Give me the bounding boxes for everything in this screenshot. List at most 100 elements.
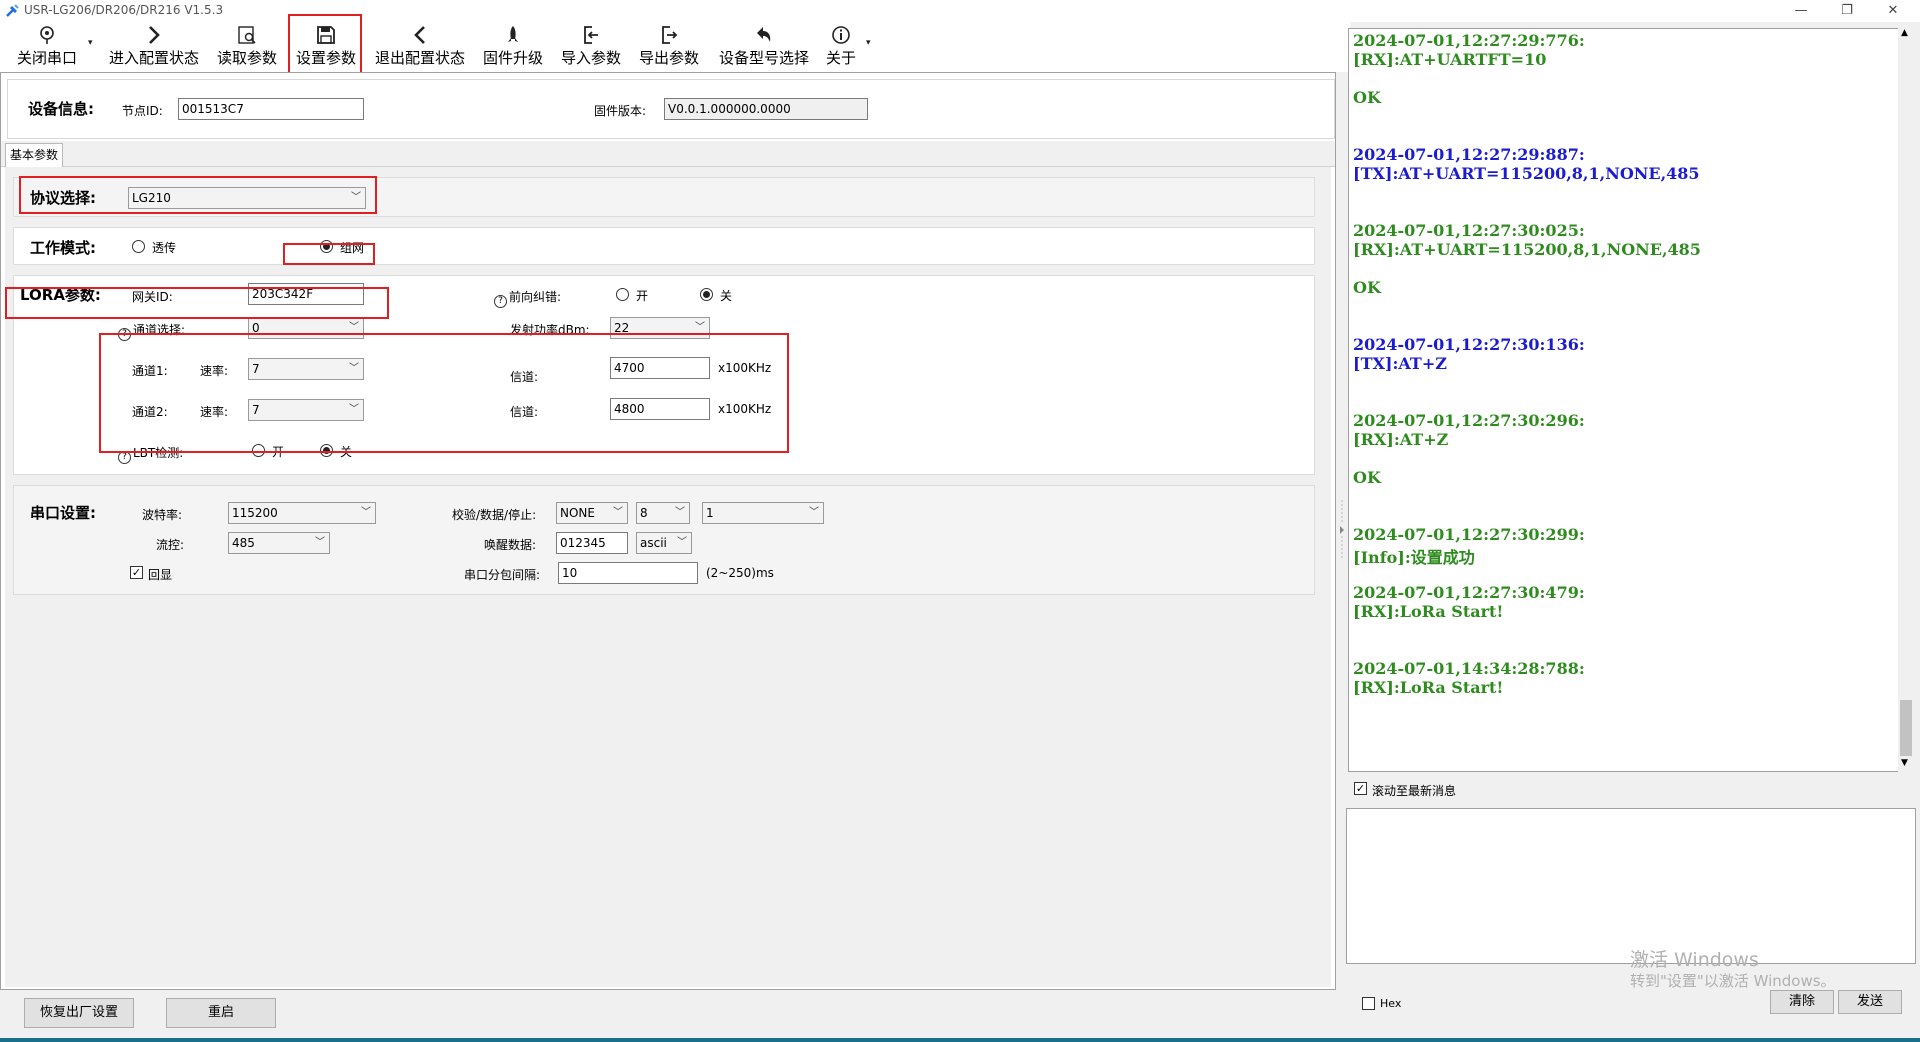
channel-select[interactable]: 0 ﹀ xyxy=(248,317,364,339)
restart-button[interactable]: 重启 xyxy=(166,998,276,1028)
transparent-label: 透传 xyxy=(152,241,177,255)
set-params-button[interactable]: 设置参数 xyxy=(290,22,362,72)
tab-basic-params[interactable]: 基本参数 xyxy=(5,143,64,167)
log-output[interactable]: 2024-07-01,12:27:29:776: [RX]:AT+UARTFT=… xyxy=(1348,28,1914,772)
import-params-label: 导入参数 xyxy=(560,49,621,67)
log-line: [RX]:AT+Z xyxy=(1353,430,1449,449)
serial-title: 串口设置: xyxy=(30,504,96,522)
echo-checkbox[interactable]: ✓ xyxy=(130,566,143,579)
lbt-off-label: 关 xyxy=(340,445,353,459)
channel-select-value: 0 xyxy=(252,321,260,335)
firmware-label: 固件版本: xyxy=(594,104,647,118)
scroll-down-icon[interactable]: ▼ xyxy=(1901,758,1908,768)
ch1-channel-field[interactable]: 4700 xyxy=(610,357,710,379)
export-params-button[interactable]: 导出参数 xyxy=(634,22,704,72)
baud-label: 波特率: xyxy=(142,508,183,522)
wake-format-value: ascii xyxy=(640,536,667,550)
device-model-button[interactable]: 设备型号选择 xyxy=(712,22,816,72)
parity-select[interactable]: NONE ﹀ xyxy=(556,502,628,524)
echo-label: 回显 xyxy=(148,568,173,582)
packet-interval-field[interactable]: 10 xyxy=(558,562,698,584)
autoscroll-checkbox[interactable]: ✓ xyxy=(1354,782,1367,795)
lbt-label: LBT检测: xyxy=(133,446,184,460)
log-scroll-thumb[interactable] xyxy=(1900,700,1912,756)
ch1-rate-select[interactable]: 7 ﹀ xyxy=(248,358,364,380)
lbt-label-wrap: ? LBT检测: xyxy=(118,444,183,464)
tx-power-select[interactable]: 22 ﹀ xyxy=(610,317,710,339)
send-input[interactable] xyxy=(1346,808,1916,964)
fec-label: 前向纠错: xyxy=(509,290,562,304)
lbt-on-label: 开 xyxy=(272,445,285,459)
radio-fec-off[interactable] xyxy=(700,288,713,301)
tab-body: 协议选择: LG210 ﹀ 工作模式: 透传 组网 LORA参数: 网关ID: 2… xyxy=(5,167,1331,987)
channel-select-wrap: ? 通道选择: xyxy=(118,321,185,341)
factory-reset-button[interactable]: 恢复出厂设置 xyxy=(24,998,134,1028)
exit-config-button[interactable]: 退出配置状态 xyxy=(370,22,470,72)
chevron-left-icon xyxy=(414,26,425,44)
ch2-label: 通道2: xyxy=(132,405,168,419)
log-line: OK xyxy=(1353,278,1381,297)
radio-network[interactable] xyxy=(320,240,333,253)
dropdown-arrow-icon[interactable]: ▾ xyxy=(88,38,93,48)
log-line: [RX]:AT+UART=115200,8,1,NONE,485 xyxy=(1353,240,1701,259)
gateway-id-field[interactable]: 203C342F xyxy=(248,283,364,305)
chevron-down-icon: ﹀ xyxy=(349,363,359,374)
firmware-upgrade-button[interactable]: 固件升级 xyxy=(478,22,548,72)
read-icon xyxy=(238,26,256,44)
device-model-label: 设备型号选择 xyxy=(718,49,809,67)
stop-bits-select[interactable]: 1 ﹀ xyxy=(702,502,824,524)
toolbar: 关闭串口 ▾ 进入配置状态 读取参数 设置参数 退出配置状态 固件升级 导入参数 xyxy=(0,14,1350,78)
about-button[interactable]: 关于 xyxy=(822,22,860,72)
flow-select[interactable]: 485 ﹀ xyxy=(228,532,330,554)
export-params-label: 导出参数 xyxy=(638,49,699,67)
fec-label-wrap: ? 前向纠错: xyxy=(494,288,561,308)
wake-format-select[interactable]: ascii ﹀ xyxy=(636,532,692,554)
hex-checkbox[interactable] xyxy=(1362,997,1375,1010)
stop-bits-value: 1 xyxy=(706,506,714,520)
ch1-label: 通道1: xyxy=(132,364,168,378)
protocol-select[interactable]: LG210 ﹀ xyxy=(128,187,366,209)
clear-button[interactable]: 清除 xyxy=(1770,990,1834,1014)
close-window-button[interactable]: ✕ xyxy=(1870,0,1916,22)
more-arrow-icon[interactable]: ▾ xyxy=(866,38,871,48)
send-button[interactable]: 发送 xyxy=(1838,990,1902,1014)
radio-transparent[interactable] xyxy=(132,240,145,253)
log-line: 2024-07-01,14:34:28:788: xyxy=(1353,659,1585,678)
restore-button[interactable]: ❐ xyxy=(1824,0,1870,22)
node-id-field[interactable]: 001513C7 xyxy=(178,98,364,120)
fec-on-label: 开 xyxy=(636,289,649,303)
wake-data-field[interactable]: 012345 xyxy=(556,532,628,554)
import-params-button[interactable]: 导入参数 xyxy=(556,22,626,72)
scroll-up-icon[interactable]: ▲ xyxy=(1901,28,1908,38)
enter-config-button[interactable]: 进入配置状态 xyxy=(104,22,204,72)
lora-title: LORA参数: xyxy=(20,286,101,304)
log-line: 2024-07-01,12:27:29:776: xyxy=(1353,31,1585,50)
work-mode-label: 工作模式: xyxy=(30,239,96,257)
chevron-down-icon: ﹀ xyxy=(349,404,359,415)
radio-lbt-off[interactable] xyxy=(320,444,333,457)
log-line: 2024-07-01,12:27:30:136: xyxy=(1353,335,1585,354)
protocol-label: 协议选择: xyxy=(30,189,96,207)
splitter-handle[interactable] xyxy=(1338,500,1346,560)
channel-select-label: 通道选择: xyxy=(133,323,186,337)
ch2-unit-label: x100KHz xyxy=(718,402,772,416)
log-scrollbar[interactable]: ▲ ▼ xyxy=(1898,28,1914,772)
chevron-down-icon: ﹀ xyxy=(349,322,359,333)
flow-label: 流控: xyxy=(156,538,185,552)
baud-select[interactable]: 115200 ﹀ xyxy=(228,502,376,524)
ch1-rate-label: 速率: xyxy=(200,364,229,378)
ch2-rate-value: 7 xyxy=(252,403,260,417)
ch2-rate-select[interactable]: 7 ﹀ xyxy=(248,399,364,421)
close-port-button[interactable]: 关闭串口 xyxy=(12,22,82,72)
packet-interval-label: 串口分包间隔: xyxy=(464,568,541,582)
ch2-channel-field[interactable]: 4800 xyxy=(610,398,710,420)
enter-config-label: 进入配置状态 xyxy=(108,49,199,67)
wake-label: 唤醒数据: xyxy=(484,538,537,552)
read-params-button[interactable]: 读取参数 xyxy=(212,22,282,72)
log-line: OK xyxy=(1353,468,1381,487)
radio-lbt-on[interactable] xyxy=(252,444,265,457)
data-bits-select[interactable]: 8 ﹀ xyxy=(636,502,690,524)
radio-fec-on[interactable] xyxy=(616,288,629,301)
tx-power-label: 发射功率dBm: xyxy=(510,323,590,337)
minimize-button[interactable]: — xyxy=(1778,0,1824,22)
